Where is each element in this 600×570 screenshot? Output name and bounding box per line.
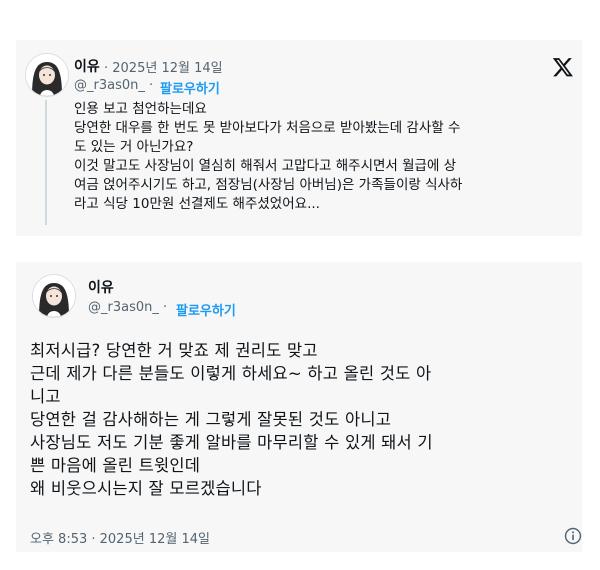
quoted-tweet-card[interactable]: 이유 · 2025년 12월 14일 @_r3as0n_ · 팔로우하기 인용 … bbox=[16, 40, 582, 236]
tweet-card[interactable]: 이유 @_r3as0n_ · 팔로우하기 최저시급? 당연한 거 맞죠 제 권리… bbox=[16, 262, 582, 552]
tweet-line: 왜 비웃으시는지 잘 모르겠습니다 bbox=[30, 479, 262, 498]
author-handle[interactable]: @_r3as0n_ · bbox=[88, 300, 167, 315]
follow-button[interactable]: 팔로우하기 bbox=[160, 78, 220, 97]
author-handle[interactable]: @_r3as0n_ · bbox=[74, 78, 153, 93]
tweet-line: 당연한 걸 감사해하는 게 그렇게 잘못된 것도 아니고 bbox=[30, 410, 392, 429]
tweet-line: 이것 말고도 사장님이 열심히 해줘서 고맙다고 해주시면서 월급에 상 bbox=[74, 158, 457, 174]
avatar[interactable] bbox=[32, 274, 76, 318]
tweet-timestamp[interactable]: 오후 8:53 · 2025년 12월 14일 bbox=[30, 528, 210, 547]
tweet-line: 사장님도 저도 기분 좋게 알바를 마무리할 수 있게 돼서 기 bbox=[30, 433, 433, 452]
tweet-date[interactable]: · 2025년 12월 14일 bbox=[104, 57, 223, 76]
tweet-line: 근데 제가 다른 분들도 이렇게 하세요~ 하고 올린 것도 아 bbox=[30, 364, 432, 383]
avatar[interactable] bbox=[25, 53, 69, 97]
author-name[interactable]: 이유 bbox=[88, 277, 114, 297]
tweet-line: 니고 bbox=[30, 387, 61, 406]
tweet-line: 여금 얹어주시기도 하고, 점장님(사장님 아버님)은 가족들이랑 식사하 bbox=[74, 177, 463, 193]
tweet-line: 최저시급? 당연한 거 맞죠 제 권리도 맞고 bbox=[30, 341, 318, 360]
author-name[interactable]: 이유 bbox=[74, 56, 100, 76]
follow-button[interactable]: 팔로우하기 bbox=[176, 300, 236, 319]
tweet-line: 라고 식당 10만원 선결제도 해주셨었어요... bbox=[74, 196, 320, 212]
info-icon[interactable] bbox=[564, 527, 582, 545]
tweet-line: 당연한 대우를 한 번도 못 받아보다가 처음으로 받아봤는데 감사할 수 bbox=[74, 120, 461, 136]
tweet-line: 도 있는 거 아닌가요? bbox=[74, 139, 194, 155]
thread-line bbox=[45, 100, 47, 225]
x-logo-icon[interactable] bbox=[552, 56, 574, 78]
tweet-line: 쁜 마음에 올린 트윗인데 bbox=[30, 456, 201, 475]
tweet-line: 인용 보고 첨언하는데요 bbox=[74, 101, 207, 117]
